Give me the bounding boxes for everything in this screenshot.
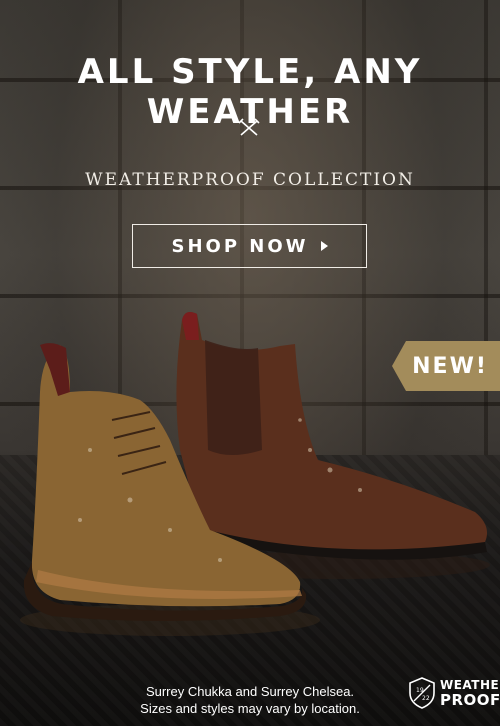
new-badge: NEW! bbox=[392, 341, 500, 391]
play-arrow-icon bbox=[320, 241, 328, 251]
caption-line-2: Sizes and styles may vary by location. bbox=[140, 701, 360, 716]
promo-banner[interactable]: ALL STYLE, ANY WEATHER WEATHERPROOF COLL… bbox=[0, 0, 500, 726]
logo-word-proof: PROOF bbox=[440, 691, 500, 709]
product-caption: Surrey Chukka and Surrey Chelsea. Sizes … bbox=[120, 683, 380, 717]
logo-wordmark: WEATHER PROOF bbox=[440, 678, 500, 708]
weatherproof-logo: 19 22 WEATHER PROOF bbox=[408, 677, 500, 709]
logo-year-top: 19 bbox=[416, 687, 424, 694]
logo-year-bottom: 22 bbox=[422, 695, 430, 702]
caption-line-1: Surrey Chukka and Surrey Chelsea. bbox=[145, 684, 355, 699]
shop-now-button[interactable]: SHOP NOW bbox=[132, 224, 367, 268]
collection-subheading: WEATHERPROOF COLLECTION bbox=[85, 170, 415, 190]
crossed-tools-icon bbox=[238, 118, 260, 136]
new-badge-label: NEW! bbox=[412, 353, 488, 379]
shop-now-label: SHOP NOW bbox=[171, 235, 309, 257]
shield-icon: 19 22 bbox=[409, 677, 435, 709]
